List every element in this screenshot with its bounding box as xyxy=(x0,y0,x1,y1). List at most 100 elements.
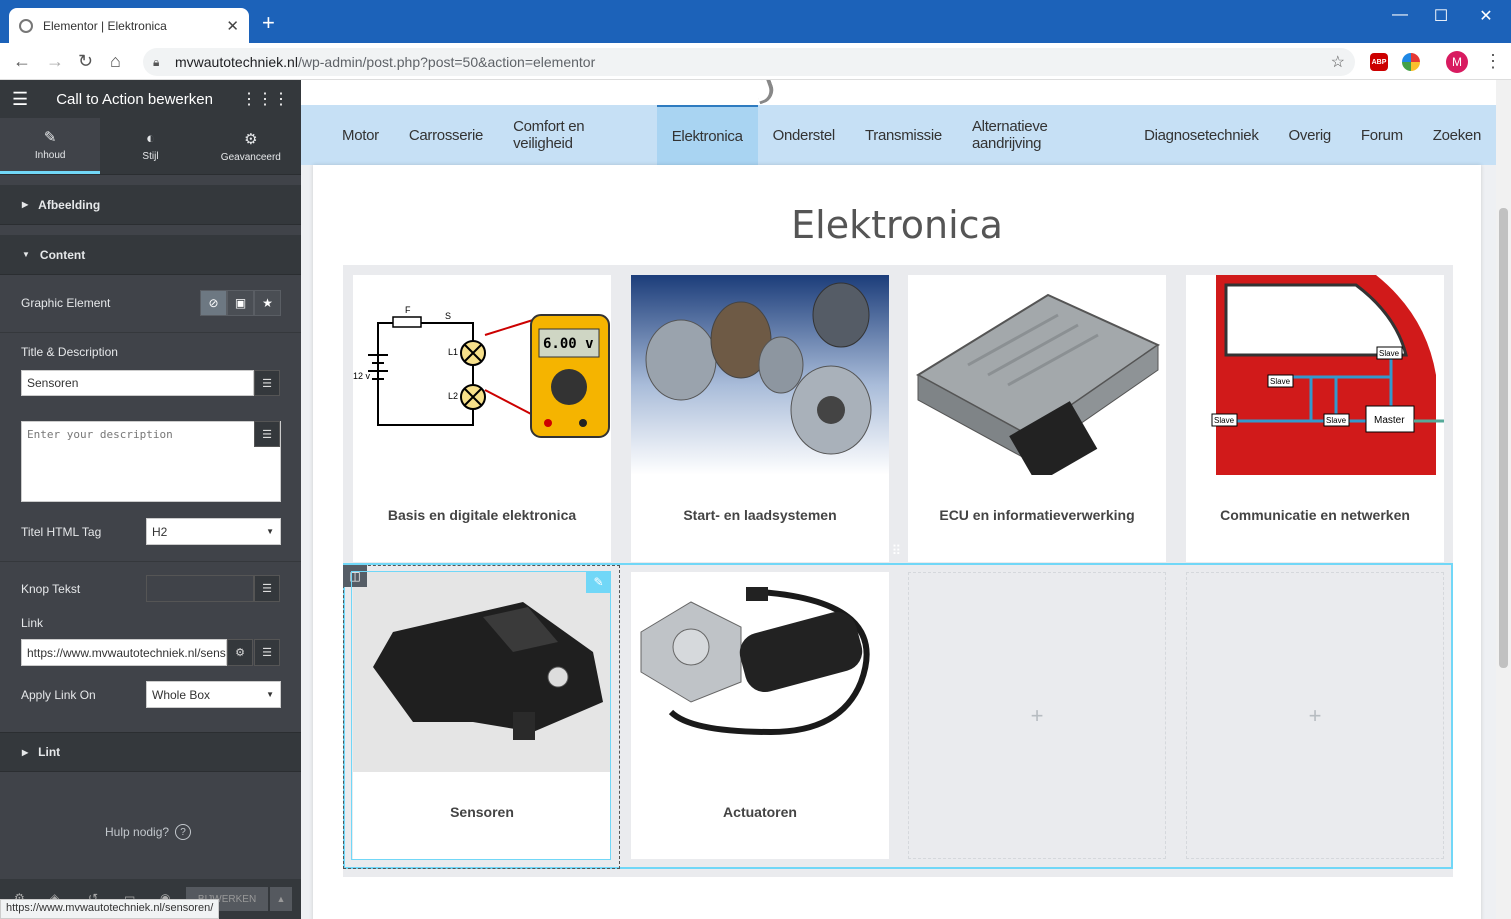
menu-item-diagnosetechniek[interactable]: Diagnosetechniek xyxy=(1129,105,1273,165)
label-f: F xyxy=(405,305,411,315)
graphic-element-choices: ⊘ ▣ ★ xyxy=(200,290,281,316)
chevron-up-icon[interactable]: ▲ xyxy=(270,887,292,911)
divider xyxy=(0,332,301,333)
section-afbeelding[interactable]: ▶ Afbeelding xyxy=(0,185,301,225)
link-url-input[interactable]: https://www.mvwautotechniek.nl/sensoren/ xyxy=(21,639,227,666)
alternator-image xyxy=(631,275,889,475)
menu-item-forum[interactable]: Forum xyxy=(1346,105,1418,165)
forward-arrow-icon[interactable]: → xyxy=(46,51,64,71)
bookmark-star-icon[interactable]: ☆ xyxy=(1331,52,1345,72)
page-scrollbar[interactable] xyxy=(1496,80,1511,919)
page-content: Elektronica F S 12 v L1 L2 6.00 v Basis … xyxy=(313,165,1481,919)
widget-outline xyxy=(351,571,611,860)
hamburger-menu-icon[interactable]: ☰ xyxy=(12,89,28,110)
close-window-icon[interactable]: ✕ xyxy=(1466,6,1506,26)
dynamic-tags-icon[interactable]: ☰ xyxy=(254,575,280,602)
delete-section-icon[interactable]: ✕ xyxy=(918,543,929,559)
browser-tab[interactable]: Elementor | Elektronica ✕ xyxy=(9,8,249,43)
menu-item-carrosserie[interactable]: Carrosserie xyxy=(394,105,498,165)
add-section-icon[interactable]: + xyxy=(867,544,875,559)
slave-label: Slave xyxy=(1214,416,1235,425)
reload-icon[interactable]: ↻ xyxy=(78,51,93,71)
help-link[interactable]: Hulp nodig? ? xyxy=(105,824,192,840)
page-title: Elektronica xyxy=(791,203,1003,247)
maximize-icon[interactable]: ☐ xyxy=(1421,6,1461,26)
multimeter-display: 6.00 v xyxy=(543,336,594,352)
menu-item-comfort[interactable]: Comfort en veiligheid xyxy=(498,105,657,165)
menu-item-zoeken[interactable]: Zoeken xyxy=(1418,105,1496,165)
button-text-input[interactable] xyxy=(146,575,254,602)
new-tab-button[interactable]: + xyxy=(262,12,275,34)
tab-geavanceerd[interactable]: ⚙ Geavanceerd xyxy=(201,118,301,174)
title-input[interactable]: Sensoren xyxy=(21,370,254,396)
section-content[interactable]: ▼ Content xyxy=(0,235,301,275)
dynamic-tags-icon[interactable]: ☰ xyxy=(254,421,280,447)
menu-item-alternatieve-aandrijving[interactable]: Alternatieve aandrijving xyxy=(957,105,1129,165)
profile-avatar[interactable]: M xyxy=(1446,51,1468,73)
menu-item-elektronica[interactable]: Elektronica xyxy=(656,105,758,165)
menu-item-onderstel[interactable]: Onderstel xyxy=(758,105,850,165)
drag-handle-icon[interactable]: ⠿ xyxy=(892,543,902,559)
tab-title: Elementor | Elektronica xyxy=(43,18,167,33)
chevron-down-icon: ▼ xyxy=(266,527,274,536)
empty-column-add[interactable]: + xyxy=(1186,572,1444,859)
menu-item-motor[interactable]: Motor xyxy=(327,105,394,165)
caret-down-icon: ▼ xyxy=(22,250,30,259)
tab-label: Geavanceerd xyxy=(220,151,281,163)
car-door-network-image: Slave Slave Slave Slave Master xyxy=(1186,275,1444,475)
row-handle: + ⠿ ✕ xyxy=(858,539,938,563)
cta-card-basis-elektronica[interactable]: F S 12 v L1 L2 6.00 v Basis en digitale … xyxy=(353,275,611,562)
url-domain: mvwautotechniek.nl xyxy=(175,54,298,70)
dynamic-tags-icon[interactable]: ☰ xyxy=(254,370,280,396)
star-icon[interactable]: ★ xyxy=(254,290,281,316)
tab-stijl[interactable]: ◐ Stijl xyxy=(100,118,200,174)
cta-card-communicatie[interactable]: Slave Slave Slave Slave Master Communica… xyxy=(1186,275,1444,562)
chrome-menu-icon[interactable]: ⋮ xyxy=(1484,51,1502,72)
card-title: Basis en digitale elektronica xyxy=(387,507,577,523)
close-tab-icon[interactable]: ✕ xyxy=(226,17,239,35)
scrollbar-thumb[interactable] xyxy=(1499,208,1508,668)
slave-label: Slave xyxy=(1270,377,1291,386)
card-title: ECU en informatieverwerking xyxy=(939,507,1135,523)
logo-wrench-icon xyxy=(752,80,778,105)
address-bar[interactable]: 🔒︎ mvwautotechniek.nl/wp-admin/post.php?… xyxy=(143,48,1355,76)
link-options-gear-icon[interactable]: ⚙ xyxy=(227,639,253,666)
site-logo-strip xyxy=(301,80,1496,105)
label-s: S xyxy=(445,311,451,321)
label-12v: 12 v xyxy=(353,371,371,381)
pencil-icon: ✎ xyxy=(43,129,57,146)
html-tag-select[interactable]: H2 ▼ xyxy=(146,518,281,545)
tab-inhoud[interactable]: ✎ Inhoud xyxy=(0,118,101,174)
menu-item-transmissie[interactable]: Transmissie xyxy=(850,105,957,165)
widgets-grid-icon[interactable]: ⋮⋮⋮ xyxy=(241,89,289,109)
none-ban-icon[interactable]: ⊘ xyxy=(200,290,227,316)
question-icon: ? xyxy=(175,824,192,840)
dynamic-tags-icon[interactable]: ☰ xyxy=(254,639,280,666)
cta-card-actuatoren[interactable]: Actuatoren xyxy=(631,572,889,859)
color-extension-icon[interactable] xyxy=(1402,53,1420,71)
plus-icon: + xyxy=(1308,702,1322,728)
ecu-image xyxy=(908,275,1166,475)
caret-right-icon: ▶ xyxy=(22,200,29,209)
menu-item-overig[interactable]: Overig xyxy=(1274,105,1346,165)
image-icon[interactable]: ▣ xyxy=(227,290,254,316)
section-lint[interactable]: ▶ Lint xyxy=(0,732,301,772)
edit-widget-pencil-icon[interactable]: ✎ xyxy=(586,571,611,593)
cta-card-ecu[interactable]: ECU en informatieverwerking xyxy=(908,275,1166,562)
cta-card-start-laadsystemen[interactable]: Start- en laadsystemen xyxy=(631,275,889,562)
chevron-down-icon: ▼ xyxy=(266,690,274,699)
contrast-icon: ◐ xyxy=(145,130,156,147)
home-icon[interactable]: ⌂ xyxy=(110,51,121,71)
apply-link-select[interactable]: Whole Box ▼ xyxy=(146,681,281,708)
button-text-label: Knop Tekst xyxy=(21,582,81,596)
label-l1: L1 xyxy=(448,347,458,357)
empty-column-add[interactable]: + xyxy=(908,572,1166,859)
minimize-icon[interactable]: — xyxy=(1380,6,1420,24)
actuator-image xyxy=(631,572,889,772)
back-arrow-icon[interactable]: ← xyxy=(13,51,31,71)
divider xyxy=(0,561,301,562)
description-textarea[interactable]: Enter your description xyxy=(21,421,281,502)
adblock-extension-icon[interactable]: ABP xyxy=(1370,53,1388,71)
plus-icon: + xyxy=(1030,702,1044,728)
tab-label: Stijl xyxy=(142,151,159,162)
